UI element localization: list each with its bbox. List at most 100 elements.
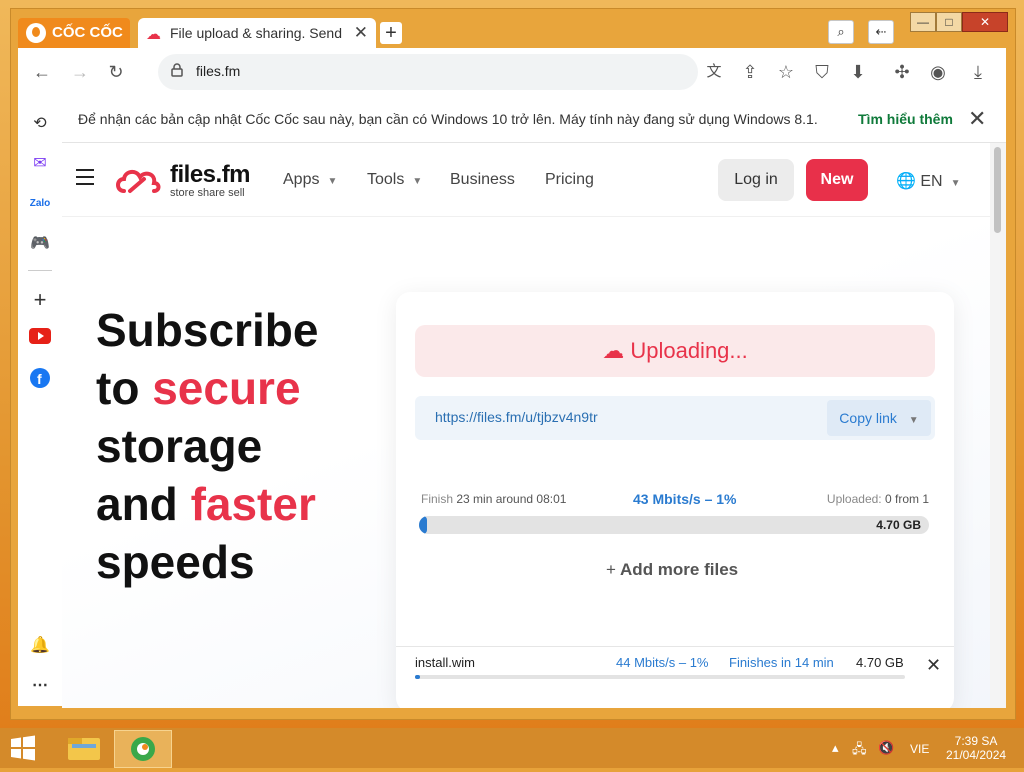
add-sidebar-app-icon[interactable]: +	[28, 288, 52, 312]
clock-time: 7:39 SA	[954, 734, 998, 748]
hero-line-1: Subscribe	[96, 304, 319, 356]
logo-text[interactable]: files.fm	[170, 161, 251, 189]
close-notification-icon[interactable]: ✕	[968, 106, 986, 132]
file-name: install.wim	[415, 655, 475, 670]
translate-icon[interactable]: 文	[702, 60, 726, 84]
clock[interactable]: 7:39 SA 21/04/2024	[946, 734, 1006, 762]
hero-heading: Subscribe to secure storage and faster s…	[96, 301, 386, 591]
extensions-icon[interactable]: ✣	[890, 60, 914, 84]
notification-message: Để nhận các bản cập nhật Cốc Cốc sau này…	[78, 111, 818, 127]
file-progress-bar	[415, 675, 905, 679]
volume-muted-icon[interactable]: 🔇	[878, 740, 894, 756]
chevron-down-icon: ▼	[908, 415, 919, 426]
chevron-down-icon: ▼	[950, 178, 961, 189]
tab-files-fm[interactable]: ☁ File upload & sharing. Send ✕	[138, 18, 376, 48]
close-tab-icon[interactable]: ✕	[354, 23, 368, 43]
facebook-icon[interactable]: f	[28, 368, 52, 392]
minimize-button[interactable]: —	[910, 12, 936, 32]
share-icon[interactable]: ⇪	[738, 60, 762, 84]
new-button[interactable]: New	[806, 159, 868, 201]
learn-more-link[interactable]: Tìm hiểu thêm	[858, 111, 953, 127]
upload-speed: 43 Mbits/s – 1%	[633, 491, 737, 507]
total-progress-bar: 4.70 GB	[419, 516, 929, 534]
remove-file-icon[interactable]: ✕	[926, 655, 941, 676]
hero-section: Subscribe to secure storage and faster s…	[62, 217, 990, 708]
hero-highlight-secure: secure	[152, 362, 301, 414]
messenger-icon[interactable]: ✉	[28, 152, 52, 176]
hero-line-5: speeds	[96, 536, 255, 588]
uploading-label: Uploading...	[630, 338, 748, 363]
hero-line-2: to	[96, 362, 140, 414]
coccoc-menu-button[interactable]: CỐC CỐC	[18, 18, 130, 48]
file-speed: 44 Mbits/s – 1%	[616, 655, 709, 670]
reload-icon[interactable]: ↻	[104, 60, 128, 84]
hamburger-menu-icon[interactable]	[76, 169, 94, 185]
browser-sidebar: ⟲ ✉ Zalo 🎮 + f 🔔 ⋯	[18, 96, 63, 706]
youtube-icon[interactable]	[28, 328, 52, 352]
hero-line-4: and	[96, 478, 178, 530]
download-page-icon[interactable]: ⬇	[846, 60, 870, 84]
show-hidden-icons[interactable]: ▴	[832, 740, 839, 756]
finish-label: Finish	[421, 492, 454, 506]
games-icon[interactable]: 🎮	[28, 232, 52, 256]
address-bar[interactable]: files.fm	[158, 54, 698, 90]
language-label: EN	[920, 173, 943, 190]
login-button[interactable]: Log in	[718, 159, 794, 201]
copy-link-label: Copy link	[839, 410, 897, 426]
url-text: files.fm	[196, 63, 241, 79]
chevron-down-icon: ▼	[327, 176, 338, 187]
side-panel-icon[interactable]: ⇠	[868, 20, 894, 44]
windows-start-icon[interactable]	[8, 734, 38, 762]
upload-card: ☁ Uploading... https://files.fm/u/tjbzv4…	[396, 292, 954, 708]
back-icon[interactable]: ←	[30, 60, 54, 84]
tab-title: File upload & sharing. Send	[170, 25, 342, 41]
files-fm-favicon-icon: ☁	[146, 26, 161, 43]
copy-link-button[interactable]: Copy link ▼	[827, 400, 931, 436]
nav-business[interactable]: Business	[450, 171, 515, 189]
nav-pricing[interactable]: Pricing	[545, 171, 594, 189]
forward-icon[interactable]: →	[68, 60, 92, 84]
clock-date: 21/04/2024	[946, 748, 1007, 762]
bookmark-star-icon[interactable]: ☆	[774, 60, 798, 84]
browser-toolbar: ← → ↻ files.fm 文 ⇪ ☆ ⛉ ⬇ ✣ ◉ ⤓	[18, 48, 1006, 96]
profile-icon[interactable]: ◉	[926, 60, 950, 84]
cloud-upload-icon: ☁	[602, 338, 625, 363]
search-tabs-icon[interactable]: ⌕	[828, 20, 854, 44]
more-options-icon[interactable]: ⋯	[28, 674, 52, 698]
lock-icon	[171, 63, 183, 77]
page-scrollbar[interactable]	[990, 143, 1006, 708]
downloads-icon[interactable]: ⤓	[966, 60, 990, 84]
uploaded-value: 0 from 1	[884, 492, 929, 506]
coccoc-taskbar-icon[interactable]	[114, 730, 172, 768]
file-explorer-icon[interactable]	[56, 730, 112, 766]
history-icon[interactable]: ⟲	[28, 112, 52, 136]
file-finishes: Finishes in 14 min	[729, 655, 834, 670]
files-fm-logo-icon[interactable]	[114, 165, 164, 197]
share-link-row: https://files.fm/u/tjbzv4n9tr Copy link …	[415, 396, 935, 440]
file-progress-fill	[415, 675, 420, 679]
maximize-button[interactable]: □	[936, 12, 962, 32]
notifications-bell-icon[interactable]: 🔔	[28, 634, 52, 658]
hero-line-3: storage	[96, 420, 263, 472]
input-language[interactable]: VIE	[910, 742, 929, 756]
language-selector[interactable]: 🌐 EN ▼	[896, 171, 961, 191]
coccoc-logo-icon	[26, 23, 46, 43]
new-tab-button[interactable]: +	[380, 22, 402, 44]
add-more-files-button[interactable]: + Add more files	[606, 560, 738, 580]
sidebar-divider	[28, 270, 52, 271]
window-close-button[interactable]: ✕	[962, 12, 1008, 32]
add-more-files-label: Add more files	[620, 560, 739, 579]
logo-tagline: store share sell	[170, 187, 245, 199]
zalo-icon[interactable]: Zalo	[28, 192, 52, 216]
file-row: install.wim 44 Mbits/s – 1% Finishes in …	[396, 646, 954, 708]
chevron-down-icon: ▼	[412, 176, 423, 187]
shield-icon[interactable]: ⛉	[810, 60, 834, 84]
network-icon[interactable]: 🖧	[852, 740, 867, 762]
uploaded-label: Uploaded:	[826, 492, 882, 506]
nav-tools-label: Tools	[367, 171, 405, 188]
share-link[interactable]: https://files.fm/u/tjbzv4n9tr	[435, 409, 598, 425]
upload-stats: Finish 23 min around 08:01 43 Mbits/s – …	[421, 491, 929, 507]
nav-tools[interactable]: Tools ▼	[367, 171, 422, 189]
nav-apps[interactable]: Apps ▼	[283, 171, 337, 189]
scrollbar-thumb[interactable]	[994, 147, 1001, 233]
